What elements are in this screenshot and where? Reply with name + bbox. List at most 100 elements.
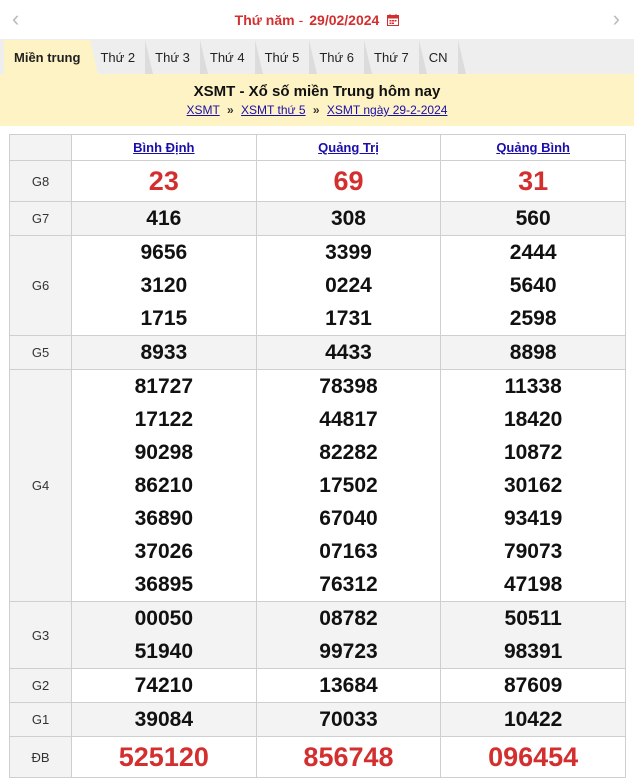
result-number: 74210 bbox=[134, 674, 194, 697]
result-number: 9656 bbox=[140, 241, 188, 264]
breadcrumb-xsmt[interactable]: XSMT bbox=[187, 103, 220, 117]
result-cell: 9656 3120 1715 bbox=[71, 235, 257, 336]
result-number: 0224 bbox=[325, 274, 372, 297]
result-cell: 78398 44817 82282 17502 67040 07163 76312 bbox=[255, 369, 442, 602]
prize-label: G2 bbox=[9, 668, 72, 703]
result-cell: 81727 17122 90298 86210 36890 37026 36895 bbox=[71, 369, 257, 602]
breadcrumb-separator: » bbox=[227, 103, 234, 117]
tab-thu-6[interactable]: Thứ 6 bbox=[309, 40, 372, 74]
result-number: 47198 bbox=[503, 573, 563, 596]
result-number: 37026 bbox=[134, 540, 194, 563]
prize-row: G2 74210 13684 87609 bbox=[9, 668, 626, 703]
result-number: 98391 bbox=[503, 640, 563, 663]
result-number: 11338 bbox=[504, 375, 562, 398]
result-number: 82282 bbox=[319, 441, 378, 464]
result-cell: 525120 bbox=[71, 736, 257, 778]
result-number: 17502 bbox=[319, 474, 378, 497]
province-link-binh-dinh[interactable]: Bình Định bbox=[133, 140, 194, 155]
result-cell: 560 bbox=[440, 201, 626, 236]
result-number: 4433 bbox=[325, 341, 372, 364]
result-number: 8933 bbox=[140, 341, 188, 364]
tab-cn[interactable]: CN bbox=[419, 40, 466, 74]
result-number: 31 bbox=[518, 166, 549, 196]
result-cell: 11338 18420 10872 30162 93419 79073 47198 bbox=[440, 369, 626, 602]
result-number: 50511 bbox=[504, 607, 562, 630]
result-cell: 69 bbox=[255, 160, 442, 202]
result-cell: 00050 51940 bbox=[71, 601, 257, 669]
province-header: Bình Định bbox=[71, 134, 257, 161]
prize-label: G6 bbox=[9, 235, 72, 336]
page-title: XSMT - Xổ số miền Trung hôm nay bbox=[193, 83, 441, 100]
result-number: 86210 bbox=[134, 474, 194, 497]
prize-label: G8 bbox=[9, 160, 72, 202]
result-number: 00050 bbox=[134, 607, 194, 630]
result-number: 13684 bbox=[319, 674, 378, 697]
result-number: 44817 bbox=[319, 408, 378, 431]
result-number: 096454 bbox=[488, 742, 579, 772]
result-number: 79073 bbox=[503, 540, 563, 563]
prize-row: G7 416 308 560 bbox=[9, 201, 626, 236]
result-cell: 23 bbox=[71, 160, 257, 202]
result-cell: 31 bbox=[440, 160, 626, 202]
breadcrumb-xsmt-ngay[interactable]: XSMT ngày 29-2-2024 bbox=[327, 103, 448, 117]
result-number: 5640 bbox=[509, 274, 557, 297]
result-cell: 08782 99723 bbox=[255, 601, 442, 669]
prize-row: G1 39084 70033 10422 bbox=[9, 702, 626, 737]
prize-label: G1 bbox=[9, 702, 72, 737]
results-body: G8 23 69 31 G7 416 308 560 G6 9656 3120 1715 3399 022… bbox=[9, 160, 626, 778]
chevron-left-icon[interactable]: ‹ bbox=[12, 8, 19, 30]
result-number: 70033 bbox=[319, 708, 378, 731]
result-number: 1715 bbox=[140, 307, 188, 330]
result-number: 8898 bbox=[509, 341, 557, 364]
result-number: 76312 bbox=[319, 573, 378, 596]
prize-label: ĐB bbox=[9, 736, 72, 778]
tab-thu-4[interactable]: Thứ 4 bbox=[200, 40, 263, 74]
result-number: 1731 bbox=[325, 307, 372, 330]
result-number: 51940 bbox=[134, 640, 194, 663]
result-number: 30162 bbox=[503, 474, 563, 497]
province-link-quang-binh[interactable]: Quảng Bình bbox=[496, 140, 570, 155]
result-cell: 4433 bbox=[255, 335, 442, 370]
result-number: 39084 bbox=[134, 708, 194, 731]
prize-label: G7 bbox=[9, 201, 72, 236]
tab-thu-5[interactable]: Thứ 5 bbox=[255, 40, 317, 74]
breadcrumb-separator: » bbox=[312, 103, 320, 117]
calendar-icon[interactable] bbox=[387, 13, 400, 26]
prize-row: G5 8933 4433 8898 bbox=[9, 335, 626, 370]
tab-thu-7[interactable]: Thứ 7 bbox=[364, 40, 427, 74]
tab-thu-3[interactable]: Thứ 3 bbox=[145, 40, 208, 74]
result-number: 18420 bbox=[503, 408, 563, 431]
results-table: Bình Định Quảng Trị Quảng Bình G8 23 69 31 G… bbox=[9, 134, 626, 778]
province-header-row: Bình Định Quảng Trị Quảng Bình bbox=[9, 134, 626, 161]
result-cell: 70033 bbox=[255, 702, 442, 737]
result-number: 90298 bbox=[134, 441, 194, 464]
result-cell: 10422 bbox=[440, 702, 626, 737]
tab-mien-trung[interactable]: Miền trung bbox=[4, 40, 99, 74]
breadcrumb-xsmt-thu-5[interactable]: XSMT thứ 5 bbox=[241, 103, 306, 117]
result-number: 416 bbox=[146, 207, 182, 230]
result-number: 08782 bbox=[319, 607, 378, 630]
result-cell: 50511 98391 bbox=[440, 601, 626, 669]
chevron-right-icon[interactable]: › bbox=[613, 8, 620, 30]
province-link-quang-tri[interactable]: Quảng Trị bbox=[318, 140, 379, 155]
result-number: 10422 bbox=[503, 708, 563, 731]
result-cell: 3399 0224 1731 bbox=[255, 235, 442, 336]
tab-thu-2[interactable]: Thứ 2 bbox=[90, 40, 153, 74]
result-cell: 39084 bbox=[71, 702, 257, 737]
result-number: 07163 bbox=[319, 540, 378, 563]
result-number: 560 bbox=[515, 207, 551, 230]
province-header: Quảng Trị bbox=[255, 134, 442, 161]
result-number: 67040 bbox=[319, 507, 378, 530]
prize-row: G8 23 69 31 bbox=[9, 160, 626, 202]
result-number: 69 bbox=[333, 166, 364, 196]
result-number: 36890 bbox=[134, 507, 194, 530]
prize-label: G4 bbox=[9, 369, 72, 602]
result-cell: 8933 bbox=[71, 335, 257, 370]
result-number: 99723 bbox=[319, 640, 378, 663]
province-header: Quảng Bình bbox=[440, 134, 626, 161]
result-cell: 096454 bbox=[440, 736, 626, 778]
result-number: 308 bbox=[330, 207, 366, 230]
prize-label: G5 bbox=[9, 335, 72, 370]
date-label[interactable]: 29/02/2024 bbox=[309, 12, 379, 28]
result-cell: 8898 bbox=[440, 335, 626, 370]
